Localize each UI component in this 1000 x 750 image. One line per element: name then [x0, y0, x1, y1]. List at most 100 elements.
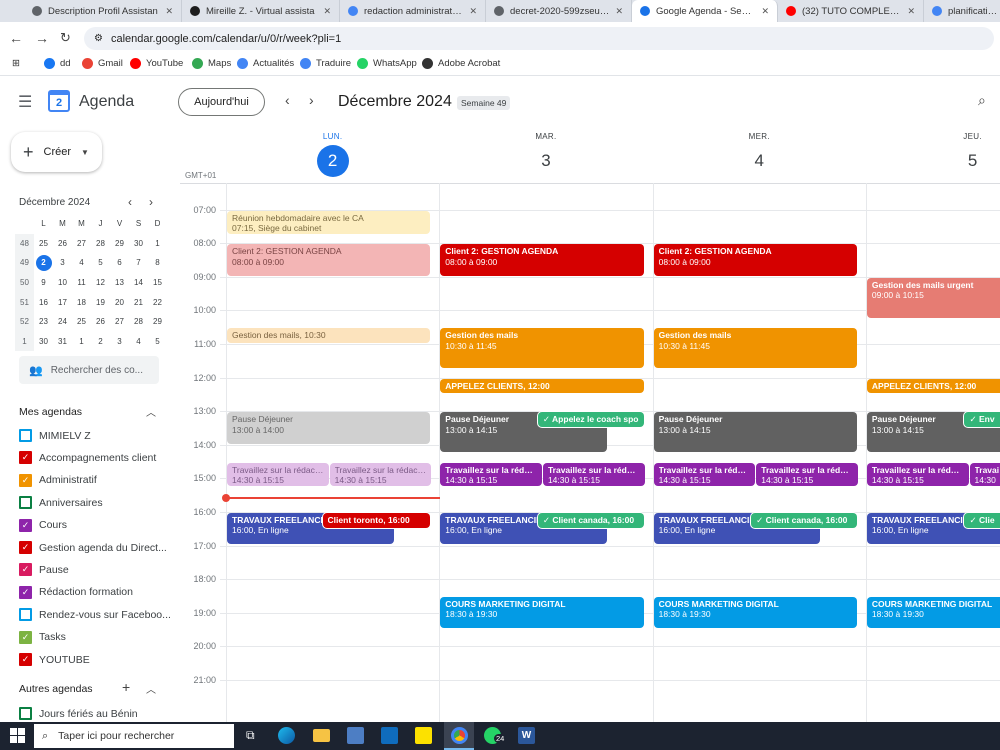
calendar-event[interactable]: COURS MARKETING DIGITAL 18:30 à 19:30 [866, 596, 1000, 629]
browser-tab[interactable]: redaction administrative ✕ [340, 0, 486, 22]
bookmark-item[interactable]: YouTube [130, 58, 183, 69]
calendar-event[interactable]: Travaillez sur la rédactio 14:30 à 15:15 [756, 462, 858, 486]
mini-day[interactable]: 15 [148, 273, 167, 293]
calendar-event[interactable]: Client 2: GESTION AGENDA 08:00 à 09:00 [653, 244, 857, 276]
mini-day[interactable]: 29 [148, 312, 167, 332]
mini-week-number[interactable]: 50 [15, 272, 34, 293]
calendar-checkbox[interactable]: ✓ [19, 451, 32, 465]
bookmark-item[interactable]: WhatsApp [357, 58, 417, 69]
bookmark-item[interactable]: Adobe Acrobat [422, 58, 500, 69]
calendar-checkbox[interactable]: ✓ [19, 473, 32, 487]
calendar-event[interactable]: Travaillez sur la rédactio 14:30 à 15:15 [653, 462, 756, 486]
calendar-event[interactable]: ✓ Client canada, 16:00 [537, 512, 644, 528]
next-week-icon[interactable]: › [309, 92, 314, 108]
calendar-event[interactable]: ✓ Client canada, 16:00 [751, 512, 857, 528]
mini-week-number[interactable]: 52 [15, 311, 34, 332]
mini-day[interactable]: 9 [34, 273, 53, 293]
browser-tab[interactable]: Google Agenda - Semaine ✕ [632, 0, 778, 22]
browser-tab[interactable]: decret-2020-599zseuils-p ✕ [486, 0, 632, 22]
calendar-list-item[interactable]: ✓ Gestion agenda du Direct... [19, 541, 167, 554]
calendar-event[interactable]: Client 2: GESTION AGENDA 08:00 à 09:00 [440, 244, 644, 276]
mini-day[interactable]: 27 [110, 312, 129, 332]
mini-day[interactable]: 1 [72, 332, 91, 352]
calendar-event[interactable]: Client toronto, 16:00 [322, 512, 431, 528]
mini-day[interactable]: 18 [72, 292, 91, 312]
browser-tab[interactable]: planification des ma✕ [924, 0, 1000, 22]
main-menu-icon[interactable]: ☰ [18, 92, 32, 112]
mini-day[interactable]: 29 [110, 234, 129, 254]
mini-day[interactable]: 4 [129, 332, 148, 352]
bookmark-item[interactable]: Actualités [237, 58, 294, 69]
mini-day[interactable]: 6 [110, 253, 129, 273]
mini-day[interactable]: 19 [91, 292, 110, 312]
calendar-event[interactable]: Réunion hebdomadaire avec le CA 07:15, Si… [227, 210, 431, 234]
calendar-list-item[interactable]: Rendez-vous sur Faceboo... [19, 608, 171, 622]
bookmark-item[interactable]: dd [44, 58, 71, 69]
mini-day[interactable]: 30 [129, 234, 148, 254]
calendar-event[interactable]: Travaillez sur la rédactio 14:30 à 15:15 [866, 462, 969, 486]
calendar-list-item[interactable]: MIMIELV Z [19, 429, 91, 442]
bookmark-item[interactable]: Traduire [300, 58, 351, 69]
calendar-list-item[interactable]: ✓ Rédaction formation [19, 585, 133, 599]
calendar-event[interactable]: Travaillez sur la rédactio 14:30 à 15:15 [329, 462, 432, 486]
my-calendars-collapse-icon[interactable]: ︿ [146, 404, 156, 419]
tab-close-icon[interactable]: ✕ [469, 6, 477, 17]
word-icon[interactable]: W [518, 727, 535, 744]
calendar-event[interactable]: Travai 14:30 [969, 462, 1000, 486]
calendar-checkbox[interactable] [19, 608, 32, 622]
calendar-event[interactable]: Travaillez sur la rédactio 14:30 à 15:15 [227, 462, 329, 486]
mini-day[interactable]: 10 [53, 273, 72, 293]
calendar-checkbox[interactable] [19, 496, 32, 510]
calendar-event[interactable]: Pause Déjeuner 13:00 à 14:15 [653, 412, 857, 453]
calendar-list-item[interactable]: Anniversaires [19, 496, 103, 510]
edge-icon[interactable] [278, 727, 295, 744]
taskbar-search[interactable]: ⌕ Taper ici pour rechercher [34, 724, 234, 748]
search-icon[interactable]: ⌕ [978, 92, 986, 109]
address-bar[interactable]: ⚙ calendar.google.com/calendar/u/0/r/wee… [84, 27, 994, 50]
calendar-checkbox[interactable]: ✓ [19, 653, 32, 666]
mini-week-number[interactable]: 48 [15, 233, 34, 254]
calendar-event[interactable]: ✓ Env [964, 412, 1000, 427]
tab-close-icon[interactable]: ✕ [615, 6, 623, 17]
mini-week-number[interactable]: 49 [15, 253, 34, 273]
windows-start-icon[interactable] [10, 728, 25, 743]
tab-close-icon[interactable]: ✕ [323, 6, 331, 17]
day-header[interactable]: MAR. 3 [506, 132, 586, 177]
calendar-event[interactable]: COURS MARKETING DIGITAL 18:30 à 19:30 [440, 596, 644, 629]
calendar-list-item[interactable]: ✓ Accompagnements client [19, 451, 156, 465]
calendar-list-item[interactable]: ✓ Cours [19, 518, 67, 532]
calendar-event[interactable]: Client 2: GESTION AGENDA 08:00 à 09:00 [227, 244, 431, 276]
mini-week-number[interactable]: 51 [15, 292, 34, 312]
mini-day[interactable]: 16 [34, 292, 53, 312]
mini-day[interactable]: 28 [91, 234, 110, 254]
calendar-checkbox[interactable] [19, 429, 32, 442]
mini-day[interactable]: 27 [72, 234, 91, 254]
calendar-checkbox[interactable]: ✓ [19, 518, 32, 532]
calendar-event[interactable]: Gestion des mails, 10:30 [227, 328, 431, 343]
sticky-notes-icon[interactable] [415, 727, 432, 744]
mini-day[interactable]: 3 [110, 332, 129, 352]
task-view-icon[interactable]: ⧉ [246, 728, 255, 743]
mini-day[interactable]: 24 [53, 312, 72, 332]
calendar-event[interactable]: Pause Déjeuner 13:00 à 14:00 [227, 412, 431, 444]
mini-day[interactable]: 1 [148, 234, 167, 254]
mini-day[interactable]: 22 [148, 292, 167, 312]
mini-day[interactable]: 26 [91, 312, 110, 332]
mini-day[interactable]: 20 [110, 292, 129, 312]
mini-day[interactable]: 13 [110, 273, 129, 293]
mini-day[interactable]: 26 [53, 234, 72, 254]
calendar-checkbox[interactable]: ✓ [19, 585, 32, 599]
back-icon[interactable]: ← [9, 30, 23, 46]
mini-day[interactable]: 31 [53, 332, 72, 352]
calendar-event[interactable]: Gestion des mails 10:30 à 11:45 [653, 328, 857, 369]
mini-day[interactable]: 25 [34, 234, 53, 254]
mini-day[interactable]: 12 [91, 273, 110, 293]
create-button[interactable]: + Créer ▼ [11, 132, 102, 172]
calendar-event[interactable]: Travaillez sur la rédactio 14:30 à 15:15 [542, 462, 645, 486]
tab-close-icon[interactable]: ✕ [165, 6, 173, 17]
calendar-checkbox[interactable]: ✓ [19, 563, 32, 577]
mini-day[interactable]: 5 [148, 332, 167, 352]
calendar-list-item[interactable]: ✓ Tasks [19, 630, 66, 644]
calendar-event[interactable]: APPELEZ CLIENTS, 12:00 [866, 378, 1000, 394]
day-header[interactable]: LUN. 2 [293, 132, 373, 177]
